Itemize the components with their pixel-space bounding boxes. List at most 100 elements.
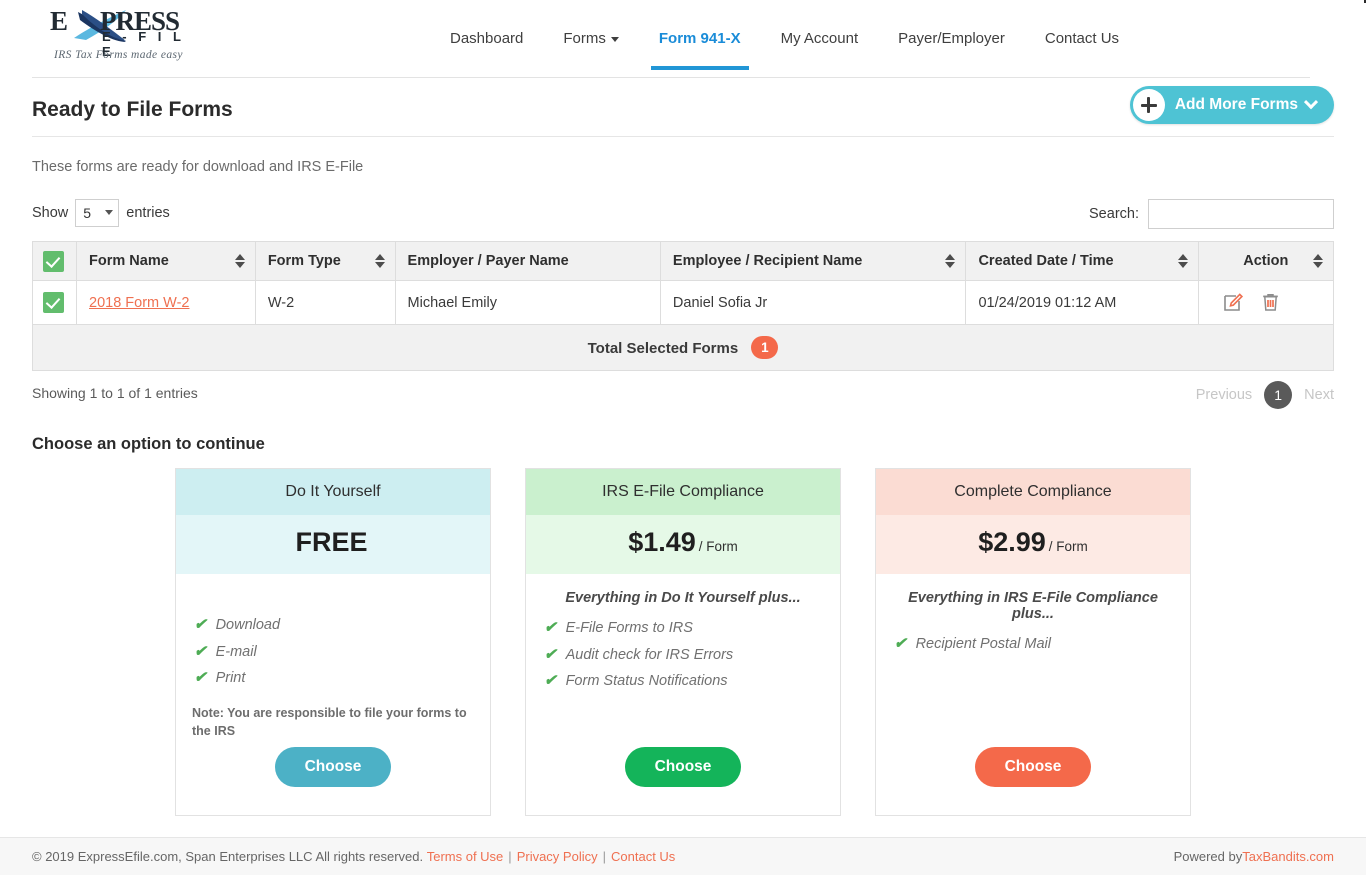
check-icon: ✔ bbox=[544, 619, 557, 636]
card-title: Do It Yourself bbox=[176, 469, 490, 515]
total-selected-cell: Total Selected Forms 1 bbox=[32, 324, 1334, 371]
table-header-row: Form Name Form Type Employer / Payer Nam… bbox=[32, 241, 1335, 281]
card-spacer bbox=[190, 590, 476, 612]
header-divider bbox=[32, 77, 1310, 78]
add-more-forms-button[interactable]: Add More Forms bbox=[1129, 86, 1334, 124]
check-icon: ✔ bbox=[544, 672, 557, 689]
form-name-link[interactable]: 2018 Form W-2 bbox=[89, 295, 189, 311]
footer-separator: | bbox=[602, 849, 606, 864]
page-subtitle: These forms are ready for download and I… bbox=[32, 159, 364, 175]
pagination-previous[interactable]: Previous bbox=[1196, 387, 1252, 403]
feature-item: ✔ Download bbox=[190, 612, 476, 639]
card-body: Everything in IRS E-File Compliance plus… bbox=[876, 574, 1190, 815]
header-employee-recipient-name[interactable]: Employee / Recipient Name bbox=[659, 241, 967, 281]
feature-item: ✔ E-File Forms to IRS bbox=[540, 615, 826, 642]
select-all-checkbox[interactable] bbox=[43, 250, 64, 272]
footer-separator: | bbox=[508, 849, 512, 864]
choose-button-complete-compliance[interactable]: Choose bbox=[974, 747, 1092, 787]
chevron-down-icon bbox=[610, 36, 619, 42]
feature-label: E-mail bbox=[215, 643, 257, 660]
powered-by-text: Powered by bbox=[1173, 849, 1243, 864]
nav-item-contact-us[interactable]: Contact Us bbox=[1025, 0, 1139, 78]
card-cta-wrap: Choose bbox=[190, 747, 476, 805]
feature-item: ✔ Form Status Notifications bbox=[540, 668, 826, 695]
footer-link-taxbandits[interactable]: TaxBandits.com bbox=[1242, 849, 1334, 864]
choose-option-title: Choose an option to continue bbox=[32, 435, 265, 453]
nav-item-form-941x[interactable]: Form 941-X bbox=[639, 0, 761, 78]
check-icon: ✔ bbox=[194, 669, 207, 686]
pricing-card-complete-compliance: Complete Compliance $2.99/ Form Everythi… bbox=[875, 468, 1191, 816]
feature-label: E-File Forms to IRS bbox=[565, 620, 693, 636]
plus-icon bbox=[1132, 89, 1165, 121]
card-price-unit: / Form bbox=[698, 539, 738, 554]
pagination-page-1[interactable]: 1 bbox=[1264, 381, 1293, 409]
footer-link-privacy[interactable]: Privacy Policy bbox=[517, 849, 598, 864]
nav-label: Payer/Employer bbox=[898, 30, 1005, 47]
main-navigation: Dashboard Forms Form 941-X My Account Pa… bbox=[430, 0, 1139, 78]
row-checkbox[interactable] bbox=[43, 292, 64, 313]
nav-label: My Account bbox=[780, 30, 859, 47]
header-employer-payer-name[interactable]: Employer / Payer Name bbox=[394, 241, 661, 281]
header-action[interactable]: Action bbox=[1197, 241, 1335, 281]
header-form-type[interactable]: Form Type bbox=[254, 241, 396, 281]
search-label: Search: bbox=[1089, 206, 1139, 222]
add-more-forms-label: Add More Forms bbox=[1174, 96, 1298, 113]
entries-value: 5 bbox=[83, 205, 92, 221]
header-label: Form Name bbox=[89, 253, 169, 269]
feature-item: ✔ Recipient Postal Mail bbox=[890, 631, 1176, 658]
sort-icon[interactable] bbox=[1177, 253, 1188, 269]
check-icon: ✔ bbox=[194, 616, 207, 633]
choose-button-do-it-yourself[interactable]: Choose bbox=[274, 747, 392, 787]
nav-item-forms[interactable]: Forms bbox=[543, 0, 639, 78]
feature-label: Audit check for IRS Errors bbox=[565, 646, 734, 663]
total-selected-forms-row: Total Selected Forms 1 bbox=[32, 324, 1334, 371]
table-head: Form Name Form Type Employer / Payer Nam… bbox=[32, 241, 1335, 281]
choose-button-irs-efile-compliance[interactable]: Choose bbox=[624, 747, 742, 787]
feature-item: ✔ Print bbox=[190, 665, 476, 692]
sort-icon[interactable] bbox=[945, 253, 956, 269]
footer-link-contact[interactable]: Contact Us bbox=[611, 849, 675, 864]
nav-label: Contact Us bbox=[1044, 30, 1120, 47]
expressefile-logo[interactable]: E PRESS E - F I L E IRS Tax Forms made e… bbox=[50, 6, 200, 64]
edit-icon[interactable] bbox=[1223, 292, 1244, 313]
card-body: Everything in Do It Yourself plus... ✔ E… bbox=[526, 574, 840, 815]
card-plus-line: Everything in IRS E-File Compliance plus… bbox=[908, 590, 1158, 622]
card-price-band: $2.99/ Form bbox=[876, 515, 1190, 574]
card-price-band: $1.49/ Form bbox=[526, 515, 840, 574]
nav-label: Form 941-X bbox=[658, 30, 741, 47]
feature-label: Form Status Notifications bbox=[565, 673, 728, 689]
header-created-date-time[interactable]: Created Date / Time bbox=[965, 241, 1199, 281]
nav-label: Forms bbox=[563, 30, 606, 47]
total-selected-label: Total Selected Forms bbox=[587, 340, 739, 357]
pagination-next[interactable]: Next bbox=[1304, 387, 1334, 403]
card-cta-wrap: Choose bbox=[890, 747, 1176, 805]
nav-item-my-account[interactable]: My Account bbox=[761, 0, 879, 78]
feature-item: ✔ Audit check for IRS Errors bbox=[540, 642, 826, 669]
total-selected-badge: 1 bbox=[751, 336, 779, 359]
sort-icon[interactable] bbox=[234, 253, 245, 269]
footer-link-terms[interactable]: Terms of Use bbox=[427, 849, 504, 864]
card-price-value: $2.99 bbox=[978, 527, 1046, 557]
search-input[interactable] bbox=[1148, 199, 1334, 229]
sort-icon[interactable] bbox=[1313, 253, 1323, 269]
card-cta-wrap: Choose bbox=[540, 747, 826, 805]
entries-per-page-select[interactable]: 5 bbox=[75, 199, 120, 227]
copyright-text: © 2019 ExpressEfile.com, Span Enterprise… bbox=[32, 849, 424, 864]
card-title: IRS E-File Compliance bbox=[526, 469, 840, 515]
card-price-value: $1.49 bbox=[628, 527, 696, 557]
sort-icon[interactable] bbox=[374, 253, 385, 269]
delete-icon[interactable] bbox=[1260, 292, 1281, 313]
card-price-value: FREE bbox=[295, 527, 368, 557]
cell-created-date-time: 01/24/2019 01:12 AM bbox=[965, 280, 1199, 325]
check-icon: ✔ bbox=[194, 642, 207, 660]
nav-item-payer-employer[interactable]: Payer/Employer bbox=[878, 0, 1025, 78]
cell-form-type: W-2 bbox=[254, 280, 396, 325]
nav-label: Dashboard bbox=[450, 30, 524, 47]
chevron-down-icon bbox=[105, 210, 114, 215]
nav-item-dashboard[interactable]: Dashboard bbox=[430, 0, 543, 78]
card-note: Note: You are responsible to file your f… bbox=[192, 705, 467, 739]
card-plus-line: Everything in Do It Yourself plus... bbox=[565, 590, 801, 606]
header-form-name[interactable]: Form Name bbox=[76, 241, 256, 281]
header-label: Created Date / Time bbox=[978, 253, 1114, 269]
table-footer: Showing 1 to 1 of 1 entries Previous 1 N… bbox=[32, 381, 1334, 413]
